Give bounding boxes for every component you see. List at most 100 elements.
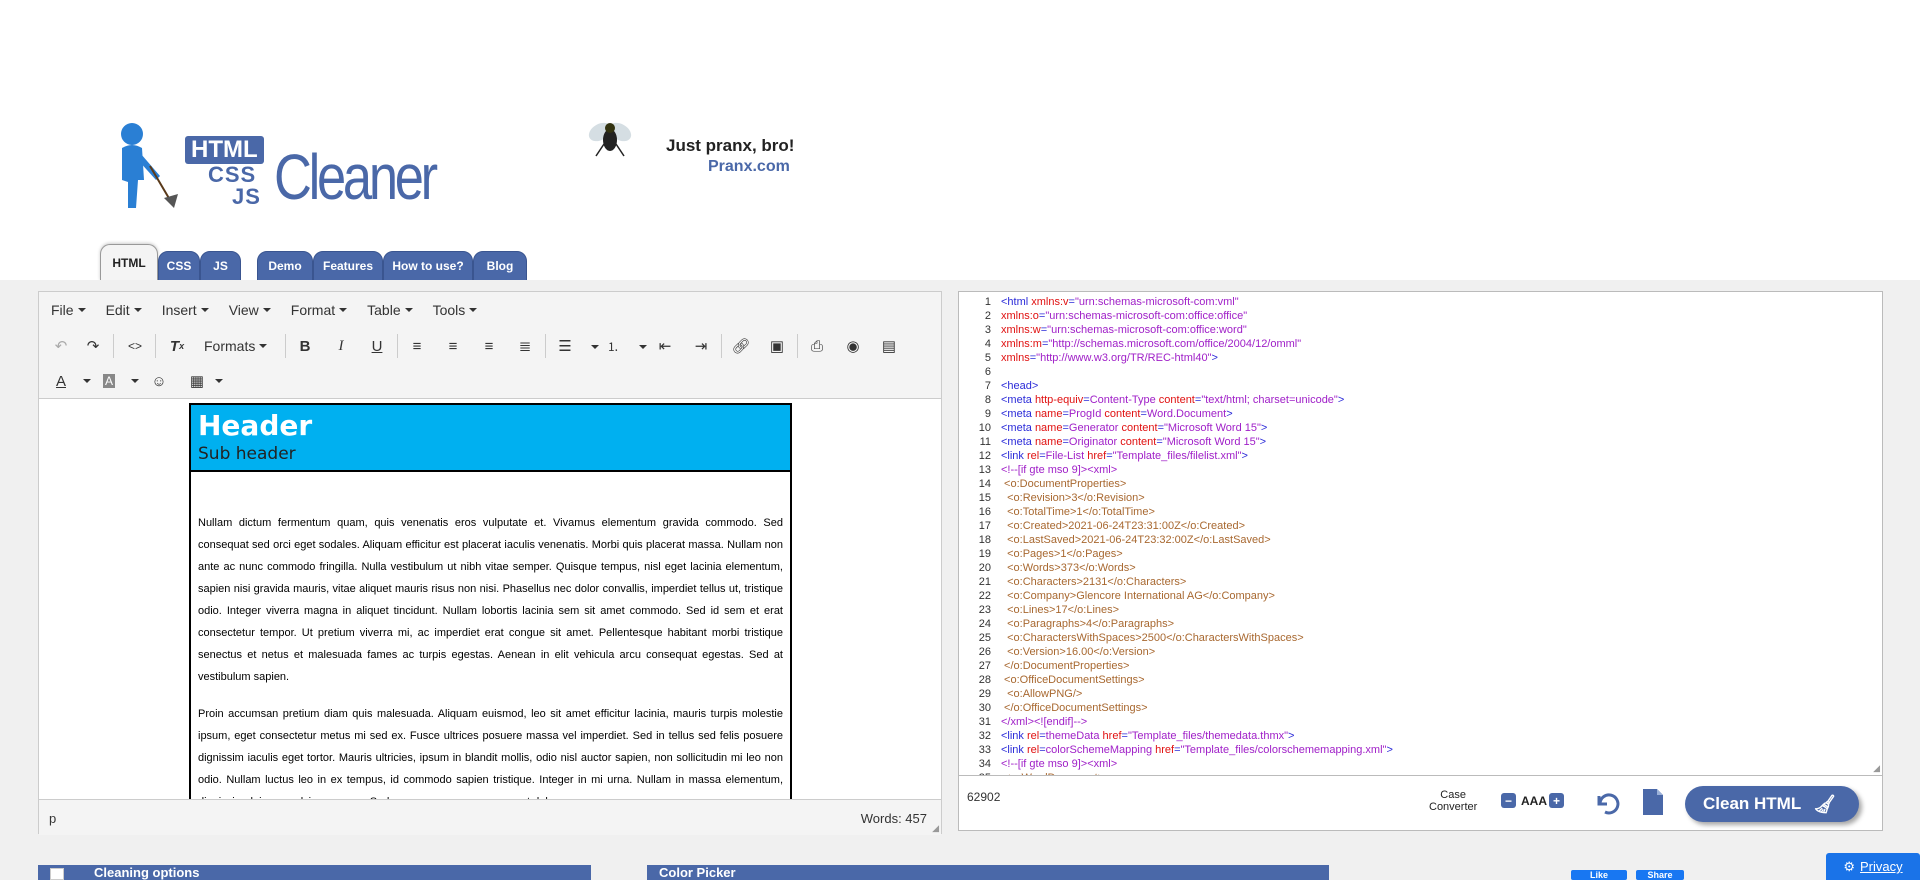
code-line[interactable]: <meta name=Originator content="Microsoft…	[1001, 436, 1266, 448]
code-line[interactable]: </o:DocumentProperties>	[1001, 660, 1129, 672]
tab-html[interactable]: HTML	[100, 244, 158, 281]
code-line[interactable]: <link rel=File-List href="Template_files…	[1001, 450, 1248, 462]
code-editor[interactable]: 1 <html xmlns:v="urn:schemas-microsoft-co…	[958, 291, 1883, 776]
chevron-down-icon[interactable]	[83, 379, 91, 383]
formats-dropdown[interactable]: Formats	[204, 332, 268, 360]
logo[interactable]: HTML CSS JS Cleaner	[108, 116, 448, 216]
privacy-button[interactable]: ⚙ Privacy	[1826, 853, 1920, 880]
media-icon[interactable]: ▤	[875, 332, 903, 360]
code-line[interactable]: <!--[if gte mso 9]><xml>	[1001, 758, 1117, 770]
facebook-like-button[interactable]: Like	[1571, 870, 1627, 880]
code-line[interactable]: <o:OfficeDocumentSettings>	[1001, 674, 1144, 686]
outdent-icon[interactable]: ⇤	[651, 332, 679, 360]
decrease-case-button[interactable]: −	[1501, 793, 1516, 808]
align-right-icon[interactable]: ≡	[475, 332, 503, 360]
tab-blog[interactable]: Blog	[473, 251, 527, 281]
document-body[interactable]: Header Sub header Nullam dictum fermentu…	[189, 403, 792, 799]
ad-banner[interactable]: Just pranx, bro! Pranx.com	[586, 112, 816, 175]
image-icon[interactable]: ▣	[763, 332, 791, 360]
code-line[interactable]: <meta name=ProgId content=Word.Document>	[1001, 408, 1233, 420]
code-token: Originator	[1068, 436, 1121, 448]
link-icon[interactable]: 🔗︎	[727, 332, 755, 360]
code-line[interactable]: <meta name=Generator content="Microsoft …	[1001, 422, 1267, 434]
chevron-down-icon[interactable]	[591, 345, 599, 349]
numbered-list-icon[interactable]: ⒈	[599, 332, 627, 360]
code-line[interactable]: <o:Characters>2131</o:Characters>	[1001, 576, 1186, 588]
code-line[interactable]: <o:Words>373</o:Words>	[1001, 562, 1136, 574]
increase-case-button[interactable]: +	[1549, 793, 1564, 808]
resize-handle-icon[interactable]: ◢	[1873, 763, 1880, 774]
menu-view[interactable]: View	[229, 302, 271, 318]
print-icon[interactable]: ⎙	[803, 332, 831, 360]
document-icon[interactable]	[1641, 787, 1665, 817]
menu-tools[interactable]: Tools	[433, 302, 478, 318]
chevron-down-icon[interactable]	[215, 379, 223, 383]
checkbox-icon[interactable]	[50, 867, 64, 880]
code-line[interactable]: <o:LastSaved>2021-06-24T23:32:00Z</o:Las…	[1001, 534, 1271, 546]
code-line[interactable]: <!--[if gte mso 9]><xml>	[1001, 464, 1117, 476]
background-color-icon[interactable]: A	[95, 367, 123, 395]
code-line[interactable]: <o:CharactersWithSpaces>2500</o:Characte…	[1001, 632, 1304, 644]
code-line[interactable]: <o:Version>16.00</o:Version>	[1001, 646, 1155, 658]
redo-icon[interactable]: ↷	[79, 332, 107, 360]
tab-demo[interactable]: Demo	[257, 251, 313, 281]
text-color-icon[interactable]: A	[47, 367, 75, 395]
undo-icon[interactable]: ↶	[47, 332, 75, 360]
cleaning-options-panel[interactable]: Cleaning options	[38, 865, 591, 880]
ad-link[interactable]: Pranx.com	[708, 158, 790, 176]
facebook-share-button[interactable]: Share	[1636, 870, 1684, 880]
preview-icon[interactable]: ◉	[839, 332, 867, 360]
underline-icon[interactable]: U	[363, 332, 391, 360]
bold-icon[interactable]: B	[291, 332, 319, 360]
code-line[interactable]: </xml><![endif]-->	[1001, 716, 1087, 728]
code-line[interactable]: <o:TotalTime>1</o:TotalTime>	[1001, 506, 1155, 518]
code-line[interactable]: xmlns:m="http://schemas.microsoft.com/of…	[1001, 338, 1301, 350]
menu-edit[interactable]: Edit	[106, 302, 142, 318]
table-icon[interactable]: ▦	[183, 367, 211, 395]
color-picker-panel[interactable]: Color Picker	[647, 865, 1329, 880]
chevron-down-icon[interactable]	[131, 379, 139, 383]
code-line[interactable]: <head>	[1001, 380, 1038, 392]
code-line[interactable]: <o:Revision>3</o:Revision>	[1001, 492, 1145, 504]
chevron-down-icon[interactable]	[639, 345, 647, 349]
code-line[interactable]: <o:Company>Glencore International AG</o:…	[1001, 590, 1275, 602]
code-line[interactable]: <o:Pages>1</o:Pages>	[1001, 548, 1123, 560]
code-line[interactable]: </o:OfficeDocumentSettings>	[1001, 702, 1148, 714]
undo-icon[interactable]	[1593, 790, 1621, 816]
align-center-icon[interactable]: ≡	[439, 332, 467, 360]
bullet-list-icon[interactable]: ☰	[551, 332, 579, 360]
code-line[interactable]: xmlns="http://www.w3.org/TR/REC-html40">	[1001, 352, 1218, 364]
code-line[interactable]: <o:Lines>17</o:Lines>	[1001, 604, 1119, 616]
menu-insert[interactable]: Insert	[162, 302, 209, 318]
align-left-icon[interactable]: ≡	[403, 332, 431, 360]
code-line[interactable]: xmlns:w="urn:schemas-microsoft-com:offic…	[1001, 324, 1247, 336]
code-line[interactable]: <o:AllowPNG/>	[1001, 688, 1082, 700]
editor-content-area[interactable]: Header Sub header Nullam dictum fermentu…	[39, 399, 941, 799]
wysiwyg-editor: File Edit Insert View Format Table Tools…	[38, 291, 942, 835]
code-line[interactable]: <meta http-equiv=Content-Type content="t…	[1001, 394, 1344, 406]
align-justify-icon[interactable]: ≣	[511, 332, 539, 360]
menu-file[interactable]: File	[51, 302, 86, 318]
tab-features[interactable]: Features	[313, 251, 383, 281]
code-line[interactable]: <o:Created>2021-06-24T23:31:00Z</o:Creat…	[1001, 520, 1245, 532]
code-line[interactable]: <html xmlns:v="urn:schemas-microsoft-com…	[1001, 296, 1239, 308]
menu-table[interactable]: Table	[367, 302, 413, 318]
code-line[interactable]: <link rel=themeData href="Template_files…	[1001, 730, 1294, 742]
code-line[interactable]: <link rel=colorSchemeMapping href="Templ…	[1001, 744, 1393, 756]
resize-handle-icon[interactable]: ◢	[932, 823, 939, 834]
tab-js[interactable]: JS	[200, 251, 241, 281]
source-code-icon[interactable]: <>	[121, 332, 149, 360]
element-path[interactable]: p	[49, 811, 56, 826]
clean-html-button[interactable]: Clean HTML 🧹︎	[1685, 786, 1859, 822]
code-line[interactable]: <o:DocumentProperties>	[1001, 478, 1126, 490]
tab-css[interactable]: CSS	[158, 251, 200, 281]
clear-formatting-icon[interactable]: Tx	[163, 332, 191, 360]
code-line[interactable]: xmlns:o="urn:schemas-microsoft-com:offic…	[1001, 310, 1247, 322]
code-editor-footer: 62902 Case Converter − AAA + Clean HTML 🧹…	[958, 776, 1883, 831]
emoticons-icon[interactable]: ☺	[145, 367, 173, 395]
indent-icon[interactable]: ⇥	[687, 332, 715, 360]
tab-how-to-use[interactable]: How to use?	[383, 251, 473, 281]
italic-icon[interactable]: I	[327, 332, 355, 360]
code-line[interactable]: <o:Paragraphs>4</o:Paragraphs>	[1001, 618, 1174, 630]
menu-format[interactable]: Format	[291, 302, 348, 318]
